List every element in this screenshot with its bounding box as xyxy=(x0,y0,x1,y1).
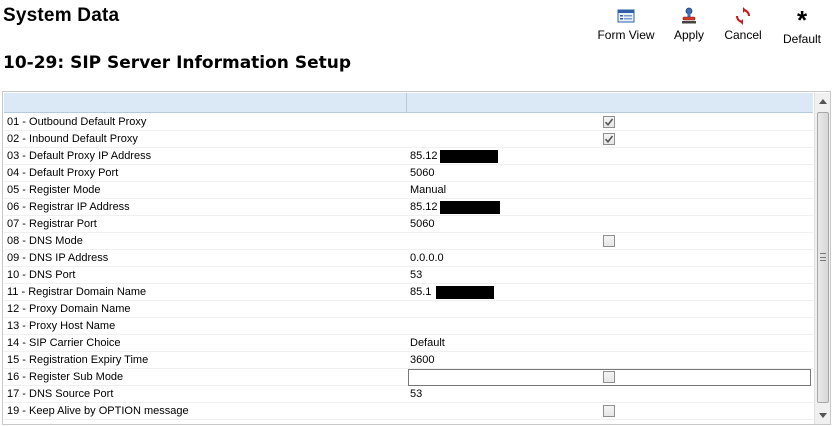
apply-button[interactable]: Apply xyxy=(670,6,708,44)
setting-value[interactable]: 85.12 xyxy=(410,201,438,213)
form-view-icon xyxy=(617,6,635,26)
setting-checkbox[interactable] xyxy=(603,405,615,417)
table-row[interactable]: 11 - Registrar Domain Name 85.1 xyxy=(4,284,813,301)
scroll-up-button[interactable] xyxy=(815,93,830,110)
checkmark-icon xyxy=(604,135,614,144)
setting-name: 02 - Inbound Default Proxy xyxy=(7,133,138,145)
setting-name: 11 - Registrar Domain Name xyxy=(7,286,147,298)
table-row[interactable]: 17 - DNS Source Port 53 xyxy=(4,386,813,403)
setting-value[interactable]: 53 xyxy=(410,269,422,281)
table-row[interactable]: 06 - Registrar IP Address 85.12 xyxy=(4,199,813,216)
setting-value[interactable]: 5060 xyxy=(410,218,434,230)
table-row[interactable]: 14 - SIP Carrier Choice Default xyxy=(4,335,813,352)
table-row[interactable]: 04 - Default Proxy Port 5060 xyxy=(4,165,813,182)
cancel-button[interactable]: Cancel xyxy=(722,6,764,44)
chevron-up-icon xyxy=(819,99,827,104)
table-row[interactable]: 08 - DNS Mode xyxy=(4,233,813,250)
setting-checkbox[interactable] xyxy=(603,235,615,247)
table-row[interactable]: 10 - DNS Port 53 xyxy=(4,267,813,284)
checkmark-icon xyxy=(604,118,614,127)
table-row[interactable]: 05 - Register Mode Manual xyxy=(4,182,813,199)
vertical-scrollbar[interactable] xyxy=(814,93,830,424)
setting-value[interactable]: 3600 xyxy=(410,354,434,366)
setting-checkbox[interactable] xyxy=(603,133,615,145)
setting-name: 16 - Register Sub Mode xyxy=(7,371,124,383)
settings-grid: 01 - Outbound Default Proxy 02 - Inbound … xyxy=(2,91,831,425)
table-row[interactable]: 02 - Inbound Default Proxy xyxy=(4,131,813,148)
setting-value[interactable]: Default xyxy=(410,337,445,349)
setting-name: 03 - Default Proxy IP Address xyxy=(7,150,152,162)
setting-name: 10 - DNS Port xyxy=(7,269,76,281)
column-header-name[interactable] xyxy=(4,93,407,112)
setting-value[interactable]: 5060 xyxy=(410,167,434,179)
setting-name: 14 - SIP Carrier Choice xyxy=(7,337,121,349)
grid-header xyxy=(4,93,813,113)
chevron-down-icon xyxy=(819,413,827,418)
table-row[interactable]: 15 - Registration Expiry Time 3600 xyxy=(4,352,813,369)
setting-name: 07 - Registrar Port xyxy=(7,218,97,230)
setting-name: 08 - DNS Mode xyxy=(7,235,83,247)
table-row[interactable]: 16 - Register Sub Mode xyxy=(4,369,813,386)
default-label: Default xyxy=(782,32,822,46)
table-row[interactable]: 07 - Registrar Port 5060 xyxy=(4,216,813,233)
setting-name: 19 - Keep Alive by OPTION message xyxy=(7,405,189,417)
setting-value[interactable]: 0.0.0.0 xyxy=(410,252,444,264)
setting-value[interactable]: 53 xyxy=(410,388,422,400)
table-row[interactable]: 01 - Outbound Default Proxy xyxy=(4,114,813,131)
setting-value[interactable]: 85.1 xyxy=(410,286,431,298)
cancel-refresh-icon xyxy=(734,6,752,26)
setting-name: 06 - Registrar IP Address xyxy=(7,201,130,213)
table-row[interactable]: 12 - Proxy Domain Name xyxy=(4,301,813,318)
setting-name: 13 - Proxy Host Name xyxy=(7,320,116,332)
redaction-block xyxy=(440,201,500,214)
setting-name: 15 - Registration Expiry Time xyxy=(7,354,149,366)
setting-checkbox[interactable] xyxy=(603,116,615,128)
redaction-block xyxy=(440,150,498,163)
setting-value[interactable]: 85.12 xyxy=(410,150,438,162)
form-view-label: Form View xyxy=(597,28,655,42)
apply-label: Apply xyxy=(673,28,705,42)
setting-name: 04 - Default Proxy Port xyxy=(7,167,119,179)
setting-name: 01 - Outbound Default Proxy xyxy=(7,116,147,128)
redaction-block xyxy=(436,286,494,299)
table-row[interactable]: 03 - Default Proxy IP Address 85.12 xyxy=(4,148,813,165)
setting-name: 09 - DNS IP Address xyxy=(7,252,109,264)
page-title: 10-29: SIP Server Information Setup xyxy=(3,53,352,73)
setting-name: 12 - Proxy Domain Name xyxy=(7,303,131,315)
asterisk-icon: * xyxy=(796,5,808,35)
table-row[interactable]: 13 - Proxy Host Name xyxy=(4,318,813,335)
scroll-down-button[interactable] xyxy=(815,407,830,424)
setting-value[interactable]: Manual xyxy=(410,184,446,196)
form-view-button[interactable]: Form View xyxy=(597,6,655,44)
setting-name: 17 - DNS Source Port xyxy=(7,388,114,400)
grid-body: 01 - Outbound Default Proxy 02 - Inbound … xyxy=(4,114,813,420)
default-button[interactable]: * Default xyxy=(780,5,824,46)
scroll-thumb[interactable] xyxy=(817,112,829,403)
grip-icon xyxy=(820,253,826,261)
setting-name: 05 - Register Mode xyxy=(7,184,101,196)
cancel-label: Cancel xyxy=(724,28,762,42)
table-row[interactable]: 09 - DNS IP Address 0.0.0.0 xyxy=(4,250,813,267)
table-row[interactable]: 19 - Keep Alive by OPTION message xyxy=(4,403,813,420)
toolbar: Form View Apply Cancel * Default xyxy=(0,6,833,46)
setting-checkbox[interactable] xyxy=(603,371,615,383)
apply-stamp-icon xyxy=(680,6,698,26)
